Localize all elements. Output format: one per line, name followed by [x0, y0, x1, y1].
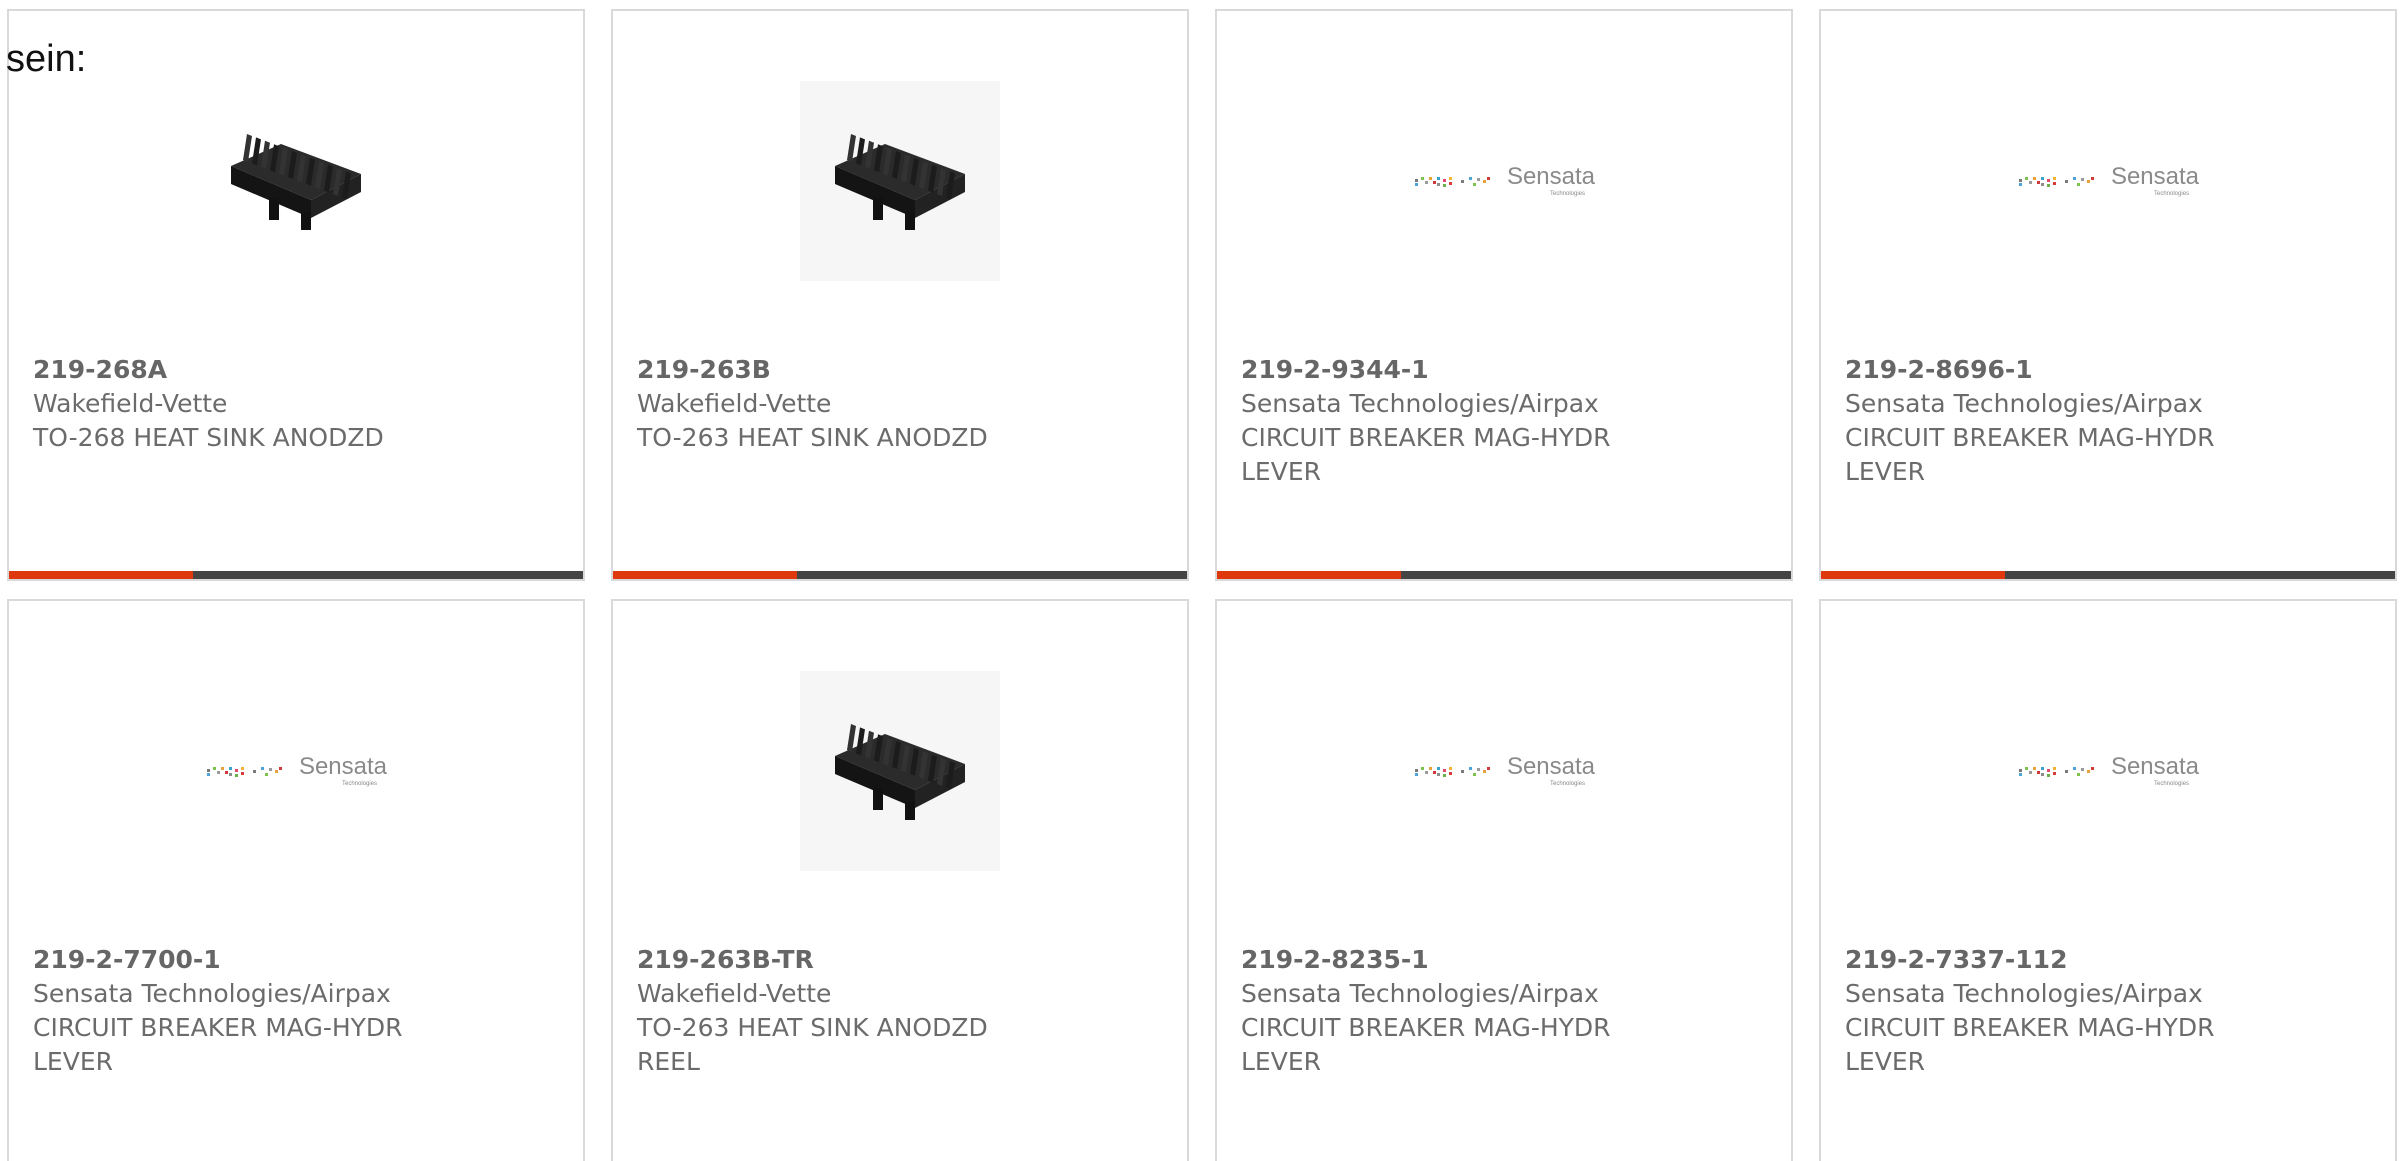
description: CIRCUIT BREAKER MAG-HYDR: [1241, 423, 1611, 452]
part-number[interactable]: 219-2-8696-1: [1845, 353, 2355, 387]
product-image[interactable]: Sensata Technologies: [1821, 11, 2395, 351]
description-line2: LEVER: [1241, 1047, 1321, 1076]
sensata-logo-sub: Technologies: [2154, 781, 2190, 787]
product-card[interactable]: Sensata Technologies 219-2-7337-112 Sensa…: [1819, 599, 2397, 1161]
product-image[interactable]: Sensata Technologies: [1217, 601, 1791, 941]
description-line2: LEVER: [1845, 1047, 1925, 1076]
manufacturer: Sensata Technologies/Airpax: [1241, 979, 1599, 1008]
sensata-logo-sub: Technologies: [342, 781, 378, 787]
product-card[interactable]: Sensata Technologies 219-2-7700-1 Sensata…: [7, 599, 585, 1161]
description-line2: LEVER: [1241, 457, 1321, 486]
description: CIRCUIT BREAKER MAG-HYDR: [1845, 423, 2215, 452]
sensata-logo-sub: Technologies: [2154, 191, 2190, 197]
sensata-logo: Sensata Technologies: [2017, 165, 2199, 197]
manufacturer: Wakefield-Vette: [33, 389, 228, 418]
product-image[interactable]: Sensata Technologies: [1217, 11, 1791, 351]
heat-sink-icon: [800, 671, 1000, 871]
manufacturer: Sensata Technologies/Airpax: [1845, 389, 2203, 418]
intro-text: sein:: [6, 38, 87, 80]
product-card[interactable]: 219-268A Wakefield-Vette TO-268 HEAT SIN…: [7, 9, 585, 581]
product-info: 219-268A Wakefield-Vette TO-268 HEAT SIN…: [33, 353, 543, 455]
manufacturer: Wakefield-Vette: [637, 389, 832, 418]
progress-fill: [9, 571, 193, 579]
part-number[interactable]: 219-2-7700-1: [33, 943, 543, 977]
product-image[interactable]: [613, 601, 1187, 941]
progress-fill: [1217, 571, 1401, 579]
sensata-logo-sub: Technologies: [1550, 781, 1586, 787]
sensata-logo: Sensata Technologies: [1413, 165, 1595, 197]
product-info: 219-2-7337-112 Sensata Technologies/Airp…: [1845, 943, 2355, 1079]
part-number[interactable]: 219-2-8235-1: [1241, 943, 1751, 977]
product-info: 219-2-8235-1 Sensata Technologies/Airpax…: [1241, 943, 1751, 1079]
heat-sink-icon: [800, 81, 1000, 281]
product-info: 219-263B-TR Wakefield-Vette TO-263 HEAT …: [637, 943, 1147, 1079]
product-info: 219-263B Wakefield-Vette TO-263 HEAT SIN…: [637, 353, 1147, 455]
product-image[interactable]: Sensata Technologies: [1821, 601, 2395, 941]
product-info: 219-2-9344-1 Sensata Technologies/Airpax…: [1241, 353, 1751, 489]
product-image[interactable]: [9, 11, 583, 351]
sensata-logo-name: Sensata: [2110, 163, 2200, 190]
description: CIRCUIT BREAKER MAG-HYDR: [1845, 1013, 2215, 1042]
description-line2: LEVER: [33, 1047, 113, 1076]
product-card[interactable]: 219-263B Wakefield-Vette TO-263 HEAT SIN…: [611, 9, 1189, 581]
part-number[interactable]: 219-263B: [637, 353, 1147, 387]
part-number[interactable]: 219-2-9344-1: [1241, 353, 1751, 387]
progress-bar: [1217, 571, 1791, 579]
part-number[interactable]: 219-263B-TR: [637, 943, 1147, 977]
progress-bar: [613, 571, 1187, 579]
description-line2: LEVER: [1845, 457, 1925, 486]
product-image[interactable]: Sensata Technologies: [9, 601, 583, 941]
product-card[interactable]: Sensata Technologies 219-2-8235-1 Sensata…: [1215, 599, 1793, 1161]
product-image[interactable]: [613, 11, 1187, 351]
description: TO-268 HEAT SINK ANODZD: [33, 423, 384, 452]
manufacturer: Sensata Technologies/Airpax: [1845, 979, 2203, 1008]
product-card[interactable]: Sensata Technologies 219-2-9344-1 Sensata…: [1215, 9, 1793, 581]
manufacturer: Wakefield-Vette: [637, 979, 832, 1008]
manufacturer: Sensata Technologies/Airpax: [1241, 389, 1599, 418]
progress-fill: [613, 571, 797, 579]
product-info: 219-2-7700-1 Sensata Technologies/Airpax…: [33, 943, 543, 1079]
sensata-logo-name: Sensata: [298, 753, 388, 780]
description: TO-263 HEAT SINK ANODZD: [637, 423, 988, 452]
description: TO-263 HEAT SINK ANODZD: [637, 1013, 988, 1042]
sensata-logo: Sensata Technologies: [2017, 755, 2199, 787]
product-page: sein: 219-268A Wakefield-Vette TO-268 HE…: [0, 0, 2400, 1161]
product-info: 219-2-8696-1 Sensata Technologies/Airpax…: [1845, 353, 2355, 489]
sensata-logo-name: Sensata: [2110, 753, 2200, 780]
sensata-logo: Sensata Technologies: [1413, 755, 1595, 787]
sensata-logo-name: Sensata: [1506, 163, 1596, 190]
sensata-logo-sub: Technologies: [1550, 191, 1586, 197]
progress-bar: [1821, 571, 2395, 579]
description-line2: REEL: [637, 1047, 700, 1076]
description: CIRCUIT BREAKER MAG-HYDR: [1241, 1013, 1611, 1042]
sensata-logo: Sensata Technologies: [205, 755, 387, 787]
part-number[interactable]: 219-268A: [33, 353, 543, 387]
manufacturer: Sensata Technologies/Airpax: [33, 979, 391, 1008]
sensata-logo-name: Sensata: [1506, 753, 1596, 780]
product-card[interactable]: Sensata Technologies 219-2-8696-1 Sensata…: [1819, 9, 2397, 581]
progress-bar: [9, 571, 583, 579]
description: CIRCUIT BREAKER MAG-HYDR: [33, 1013, 403, 1042]
progress-fill: [1821, 571, 2005, 579]
product-grid: 219-268A Wakefield-Vette TO-268 HEAT SIN…: [7, 9, 2400, 1161]
product-card[interactable]: 219-263B-TR Wakefield-Vette TO-263 HEAT …: [611, 599, 1189, 1161]
heat-sink-icon: [196, 81, 396, 281]
part-number[interactable]: 219-2-7337-112: [1845, 943, 2355, 977]
